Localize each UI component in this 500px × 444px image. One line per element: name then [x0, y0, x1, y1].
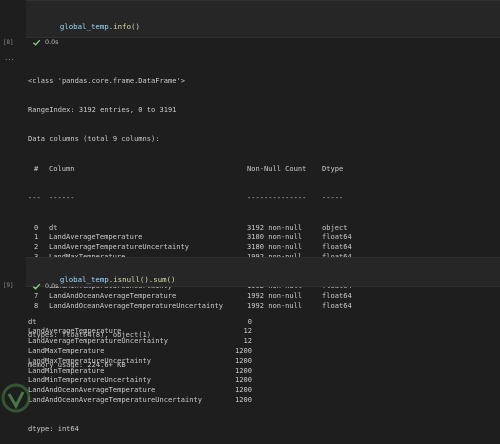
- series-value: 1200: [235, 345, 252, 355]
- header-nonnull: Non-Null Count: [247, 163, 307, 173]
- table-row: 0 dt 3192 non-null object: [28, 222, 347, 233]
- series-value: 1200: [235, 375, 252, 385]
- series-value: 1200: [235, 365, 252, 375]
- divider-nonnull: --------------: [247, 193, 307, 203]
- series-value: 1200: [235, 394, 252, 404]
- check-icon: [32, 39, 41, 46]
- row-column: dt: [49, 222, 58, 232]
- execution-count: [9]: [3, 283, 14, 289]
- code-cell-1[interactable]: global_temp.info(): [26, 0, 500, 38]
- code-variable: global_temp: [59, 275, 109, 284]
- series-row: LandAverageTemperatureUncertainty 12: [28, 336, 252, 346]
- series-row: LandAverageTemperature 12: [28, 326, 252, 336]
- output-line: <class 'pandas.core.frame.DataFrame'>: [28, 75, 185, 85]
- execution-count: [8]: [3, 40, 14, 46]
- series-value: 12: [243, 326, 253, 336]
- row-dtype: float64: [322, 300, 352, 310]
- check-icon: [32, 283, 41, 290]
- ellipsis-icon[interactable]: ...: [5, 53, 14, 62]
- header-dtype: Dtype: [322, 163, 344, 173]
- cell-output-2: dt 0 LandAverageTemperature 12 LandAverageTe…: [28, 297, 252, 444]
- output-line: Data columns (total 9 columns):: [28, 134, 160, 144]
- table-divider-row: --- ------ -------------- -----: [28, 193, 343, 203]
- row-nonnull: 1992 non-null: [247, 300, 303, 310]
- row-nonnull: 1992 non-null: [247, 291, 303, 301]
- row-dtype: float64: [322, 291, 352, 301]
- code-call: .info(): [108, 22, 140, 31]
- divider-num: ---: [28, 193, 41, 203]
- code-line[interactable]: global_temp.isnull().sum(): [42, 266, 176, 293]
- table-row: 2 LandAverageTemperatureUncertainty 3180 n…: [28, 242, 352, 252]
- code-variable: global_temp: [59, 22, 109, 31]
- series-value: 1200: [235, 385, 252, 395]
- row-dtype: float64: [322, 232, 352, 242]
- execution-time: 0.0s: [45, 38, 59, 46]
- series-row: LandMaxTemperatureUncertainty 1200: [28, 356, 252, 366]
- row-num: 0: [34, 222, 39, 232]
- code-line[interactable]: global_temp.info(): [42, 13, 140, 40]
- row-num: 1: [34, 232, 39, 242]
- series-row: LandMinTemperature 1200: [28, 366, 252, 376]
- cell-status: 0.0s: [32, 37, 59, 47]
- table-header-row: # Column Non-Null Count Dtype: [28, 163, 343, 174]
- row-nonnull: 3180 non-null: [247, 242, 303, 252]
- row-column: LandAverageTemperatureUncertainty: [49, 242, 190, 252]
- row-num: 2: [34, 242, 39, 252]
- row-column: LandAverageTemperature: [49, 232, 143, 242]
- series-row: LandMinTemperatureUncertainty 1200: [28, 375, 252, 385]
- series-row: LandMaxTemperature 1200: [28, 346, 252, 356]
- watermark-logo: [1, 383, 31, 413]
- header-num: #: [34, 163, 39, 173]
- series-value: 0: [247, 316, 252, 326]
- cell-status: 0.0s: [32, 281, 59, 291]
- execution-time: 0.0s: [45, 282, 59, 290]
- series-row: dt 0: [28, 317, 252, 327]
- series-row: LandAndOceanAverageTemperatureUncertaint…: [28, 395, 252, 405]
- row-nonnull: 3180 non-null: [247, 232, 303, 242]
- output-line: dtype: int64: [28, 424, 79, 434]
- row-nonnull: 3192 non-null: [247, 222, 303, 232]
- table-row: 1 LandAverageTemperature 3180 non-null floa…: [28, 232, 352, 242]
- divider-dtype: -----: [322, 193, 344, 203]
- series-value: 12: [243, 336, 253, 346]
- series-value: 1200: [235, 355, 252, 365]
- code-call: .isnull().sum(): [108, 275, 176, 284]
- series-row: LandAndOceanAverageTemperature 1200: [28, 385, 252, 395]
- code-cell-2[interactable]: global_temp.isnull().sum(): [26, 257, 500, 287]
- divider-column: ------: [49, 193, 75, 203]
- row-dtype: float64: [322, 242, 352, 252]
- header-column: Column: [49, 163, 75, 173]
- row-dtype: object: [322, 222, 348, 232]
- output-line: RangeIndex: 3192 entries, 0 to 3191: [28, 104, 177, 114]
